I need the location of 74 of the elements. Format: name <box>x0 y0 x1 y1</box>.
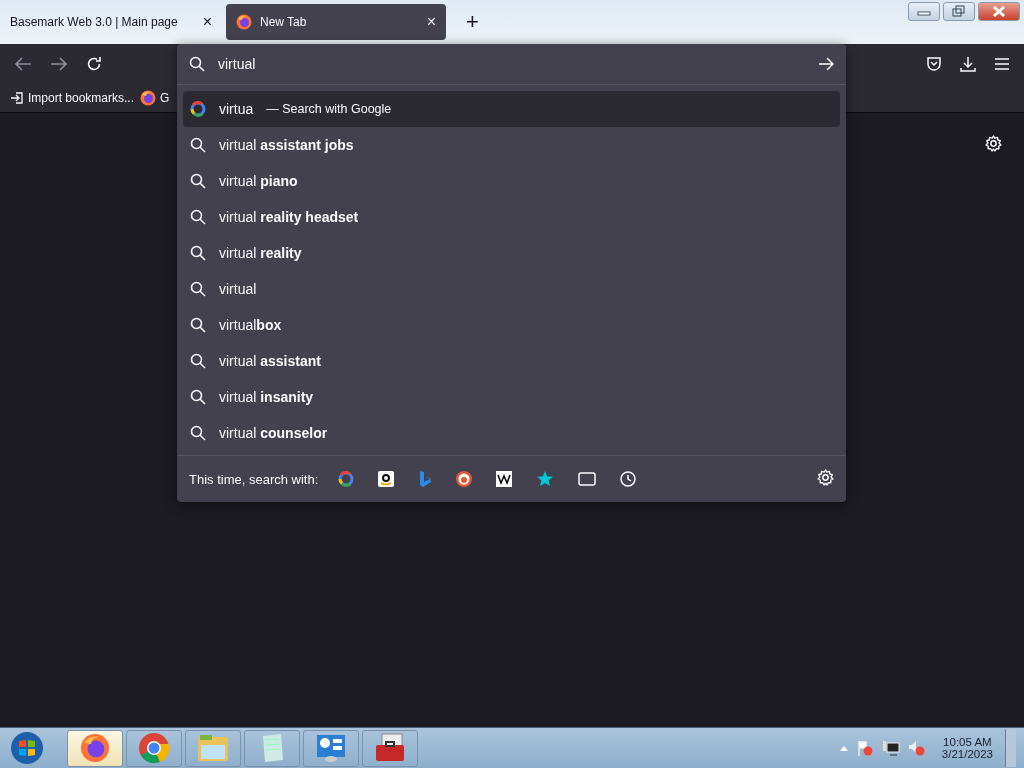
duck-icon[interactable] <box>456 471 473 487</box>
suggestion-row[interactable]: virtualbox <box>183 307 840 343</box>
settings-icon[interactable] <box>985 135 1002 152</box>
menu-icon[interactable] <box>994 57 1010 71</box>
taskbar-app[interactable] <box>67 729 123 767</box>
search-settings-icon[interactable] <box>817 469 834 486</box>
forward-icon[interactable] <box>50 56 68 72</box>
firefox-icon <box>236 14 252 30</box>
search-icon <box>190 245 206 261</box>
volume-muted-icon[interactable] <box>907 739 926 757</box>
taskbar-app[interactable] <box>362 729 418 767</box>
search-with-label: This time, search with: <box>189 471 319 487</box>
amazon-icon[interactable] <box>378 471 395 487</box>
suggestion-row[interactable]: virtual piano <box>183 163 840 199</box>
flag-icon[interactable] <box>855 739 874 757</box>
bing-icon[interactable] <box>418 470 433 488</box>
browser-tab[interactable]: New Tab × <box>226 4 446 40</box>
import-icon <box>10 91 24 105</box>
search-icon <box>190 389 206 405</box>
download-icon[interactable] <box>960 56 976 72</box>
reload-icon[interactable] <box>86 56 102 72</box>
suggestion-text: virtual assistant <box>219 353 321 369</box>
chrome-icon <box>138 732 170 764</box>
toolbox-icon <box>374 733 406 763</box>
pocket-icon[interactable] <box>926 56 942 72</box>
tab-icon[interactable] <box>578 472 597 486</box>
clock-icon[interactable] <box>620 471 637 487</box>
firefox-icon <box>140 90 157 106</box>
minimize-button[interactable] <box>908 2 940 21</box>
suggestion-row[interactable]: virtual assistant jobs <box>183 127 840 163</box>
network-icon[interactable] <box>881 739 900 757</box>
suggestion-text: virtual reality <box>219 245 302 261</box>
search-icon <box>190 209 206 225</box>
search-icon <box>189 56 205 72</box>
suggestion-text: virtual reality headset <box>219 209 359 225</box>
restore-button[interactable] <box>943 2 975 21</box>
suggestion-text: virtual counselor <box>219 425 328 441</box>
suggestion-row[interactable]: virtual assistant <box>183 343 840 379</box>
suggestion-text: virtual insanity <box>219 389 314 405</box>
bookmark-item[interactable]: G <box>140 90 170 106</box>
folder-icon <box>196 733 230 763</box>
control-panel-icon <box>315 733 347 763</box>
star-icon[interactable] <box>536 470 555 488</box>
back-icon[interactable] <box>14 56 32 72</box>
search-action: — Search with Google <box>266 102 392 116</box>
start-button[interactable] <box>10 731 44 765</box>
firefox-icon <box>80 733 110 763</box>
search-icon <box>190 137 206 153</box>
clock-date: 3/21/2023 <box>941 748 993 760</box>
google-icon[interactable] <box>190 101 206 117</box>
search-icon <box>190 425 206 441</box>
search-icon <box>190 353 206 369</box>
suggestion-row[interactable]: virtual counselor <box>183 415 840 451</box>
suggestion-text: virtual assistant jobs <box>219 137 354 153</box>
suggestion-text: virtua <box>219 101 254 117</box>
wikipedia-icon[interactable] <box>496 471 513 487</box>
clock-time: 10:05 AM <box>943 736 992 748</box>
search-icon <box>190 173 206 189</box>
suggestion-text: virtualbox <box>219 317 282 333</box>
bookmark-item[interactable]: Import bookmarks... <box>10 91 135 105</box>
suggestion-row[interactable]: virtual insanity <box>183 379 840 415</box>
suggestion-row[interactable]: virtual reality <box>183 235 840 271</box>
browser-tab[interactable]: Basemark Web 3.0 | Main page × <box>0 4 222 40</box>
search-icon <box>190 281 206 297</box>
suggestion-row[interactable]: virtua — Search with Google <box>183 91 840 127</box>
suggestion-text: virtual <box>219 281 257 297</box>
suggestion-text: virtual piano <box>219 173 298 189</box>
close-button[interactable] <box>978 2 1020 21</box>
suggestion-row[interactable]: virtual <box>183 271 840 307</box>
search-icon <box>190 317 206 333</box>
suggestion-row[interactable]: virtual reality headset <box>183 199 840 235</box>
go-arrow-icon[interactable] <box>818 57 834 71</box>
google-icon[interactable] <box>338 471 355 487</box>
new-tab-button[interactable]: + <box>460 8 485 36</box>
